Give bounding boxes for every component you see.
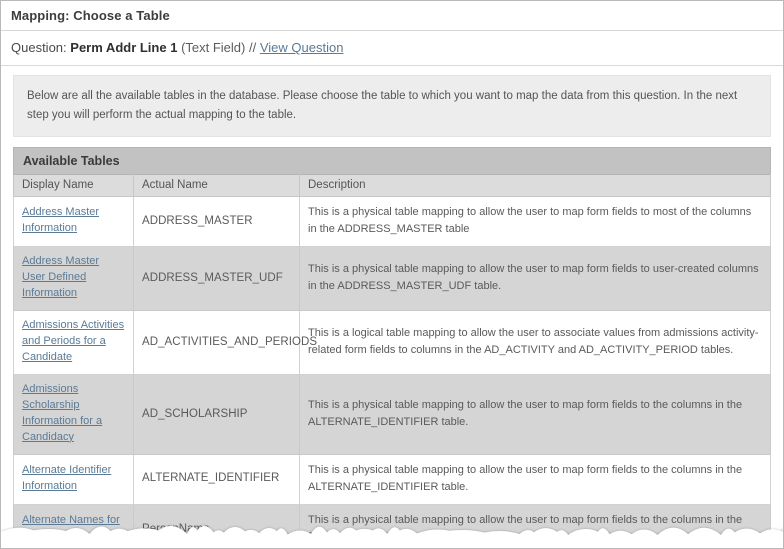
- table-name-link[interactable]: Alternate Identifier Information: [22, 464, 111, 492]
- table-row[interactable]: Alternate Identifier Information ALTERNAT…: [13, 453, 771, 505]
- page-title-bar: Mapping: Choose a Table: [1, 1, 783, 31]
- table-name-link[interactable]: Admissions Activities and Periods for a …: [22, 319, 124, 363]
- cell-description: This is a physical table mapping to allo…: [299, 373, 771, 455]
- column-header-actual-name: Actual Name: [133, 174, 300, 198]
- cell-display-name: Alternate Identifier Information: [13, 453, 134, 505]
- column-header-description: Description: [299, 174, 771, 198]
- table-name-link[interactable]: Alternate Names for an Individual: [22, 514, 120, 542]
- column-header-display-name: Display Name: [13, 174, 134, 198]
- cell-description: This is a logical table mapping to allow…: [299, 310, 771, 375]
- table-name-link[interactable]: Admissions Scholarship Information for a…: [22, 383, 102, 443]
- table-name-link[interactable]: Address Master Information: [22, 206, 99, 234]
- cell-display-name: Alternate Names for an Individual: [13, 503, 134, 548]
- available-tables-table: Display Name Actual Name Description Add…: [13, 174, 771, 548]
- cell-actual-name: ADDRESS_MASTER_UDF: [133, 246, 300, 312]
- cell-description: This is a physical table mapping to allo…: [299, 246, 771, 312]
- cell-description: This is a physical table mapping to allo…: [299, 453, 771, 505]
- table-row[interactable]: Address Master User Defined Information A…: [13, 246, 771, 312]
- question-type: (Text Field): [181, 40, 246, 55]
- table-row[interactable]: Admissions Scholarship Information for a…: [13, 373, 771, 455]
- question-name: Perm Addr Line 1: [70, 40, 178, 55]
- table-name-link[interactable]: Address Master User Defined Information: [22, 255, 99, 299]
- instructions-text: Below are all the available tables in th…: [13, 75, 771, 138]
- table-head: Display Name Actual Name Description: [13, 174, 771, 198]
- cell-actual-name: AD_SCHOLARSHIP: [133, 373, 300, 455]
- cell-display-name: Address Master User Defined Information: [13, 246, 134, 312]
- table-header-row: Display Name Actual Name Description: [13, 174, 771, 198]
- cell-actual-name: ADDRESS_MASTER: [133, 196, 300, 248]
- cell-description: This is a physical table mapping to allo…: [299, 503, 771, 548]
- question-separator: //: [248, 40, 257, 55]
- cell-description: This is a physical table mapping to allo…: [299, 196, 771, 248]
- question-label: Question:: [11, 40, 67, 55]
- cell-display-name: Address Master Information: [13, 196, 134, 248]
- available-tables-header: Available Tables: [13, 147, 771, 175]
- available-tables-block: Available Tables Display Name Actual Nam…: [1, 146, 783, 548]
- cell-display-name: Admissions Scholarship Information for a…: [13, 373, 134, 455]
- mapping-page: Mapping: Choose a Table Question: Perm A…: [0, 0, 784, 549]
- table-row[interactable]: Address Master Information ADDRESS_MASTER…: [13, 196, 771, 248]
- cell-display-name: Admissions Activities and Periods for a …: [13, 310, 134, 375]
- table-row[interactable]: Alternate Names for an Individual PersonN…: [13, 503, 771, 548]
- table-body: Address Master Information ADDRESS_MASTER…: [13, 196, 771, 548]
- cell-actual-name: ALTERNATE_IDENTIFIER: [133, 453, 300, 505]
- instructions-wrap: Below are all the available tables in th…: [1, 66, 783, 146]
- cell-actual-name: PersonName: [133, 503, 300, 548]
- question-bar: Question: Perm Addr Line 1 (Text Field) …: [1, 31, 783, 66]
- page-title: Mapping: Choose a Table: [11, 8, 170, 23]
- table-row[interactable]: Admissions Activities and Periods for a …: [13, 310, 771, 375]
- cell-actual-name: AD_ACTIVITIES_AND_PERIODS: [133, 310, 317, 375]
- view-question-link[interactable]: View Question: [260, 40, 344, 55]
